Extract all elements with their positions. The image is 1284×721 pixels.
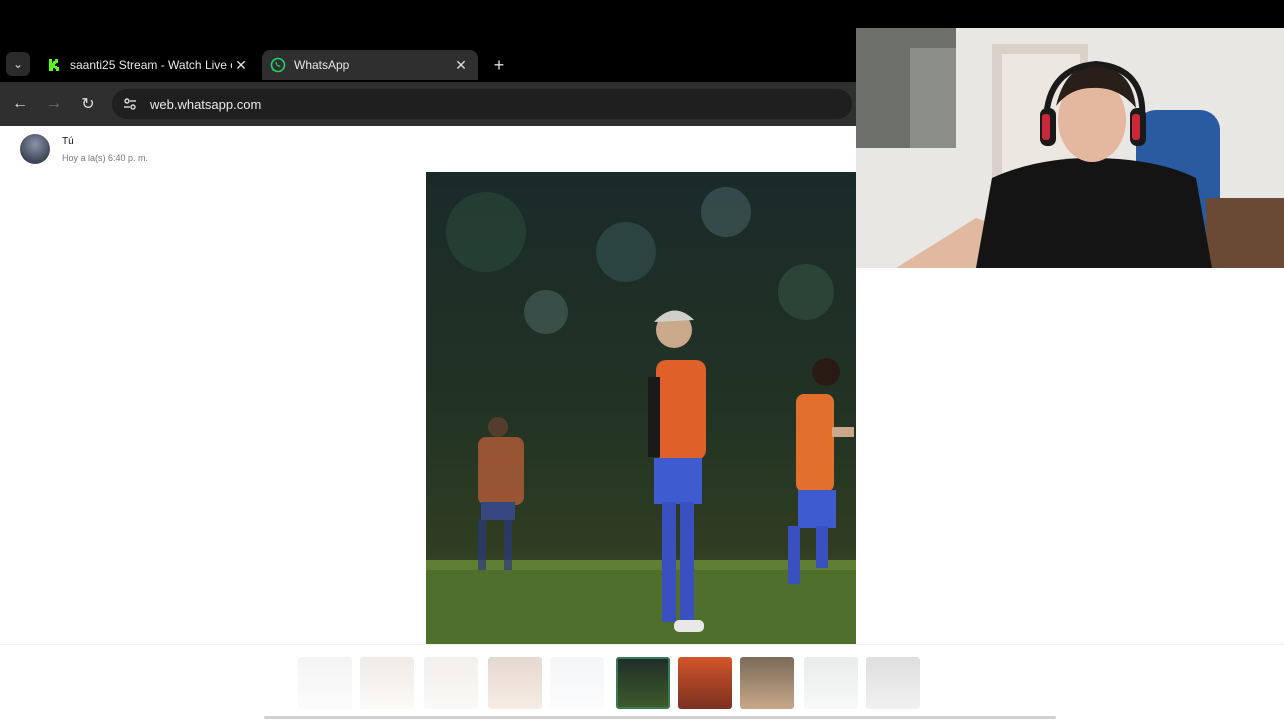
tab-search-button[interactable]: ⌄ (6, 52, 30, 76)
media-thumbnail[interactable] (424, 657, 478, 709)
kick-icon (46, 57, 62, 73)
avatar (20, 134, 50, 164)
media-thumbnail[interactable] (866, 657, 920, 709)
tab-kick-stream[interactable]: saanti25 Stream - Watch Live o ✕ (38, 50, 258, 80)
tab-strip: ⌄ saanti25 Stream - Watch Live o ✕ Whats… (0, 48, 856, 82)
whatsapp-icon (270, 57, 286, 73)
tab-title: saanti25 Stream - Watch Live o (70, 58, 232, 72)
browser-toolbar: ← → ↻ web.whatsapp.com (0, 82, 856, 126)
arrow-right-icon: → (46, 95, 62, 112)
media-thumbnail-strip (0, 644, 1284, 721)
chevron-down-icon: ⌄ (12, 57, 24, 71)
media-thumbnail[interactable] (740, 657, 794, 709)
sender-name: Tú (62, 136, 74, 147)
tab-whatsapp[interactable]: WhatsApp ✕ (262, 50, 478, 80)
forward-button[interactable]: → (42, 92, 66, 116)
close-tab-icon[interactable]: ✕ (232, 56, 250, 74)
url-text: web.whatsapp.com (150, 96, 262, 112)
close-tab-icon[interactable]: ✕ (452, 56, 470, 74)
arrow-left-icon: ← (12, 95, 28, 112)
back-button[interactable]: ← (8, 92, 32, 116)
new-tab-button[interactable]: + (488, 54, 510, 76)
plus-icon: + (493, 54, 505, 75)
media-thumbnail[interactable] (298, 657, 352, 709)
sender-info[interactable]: Tú Hoy a la(s) 6:40 p. m. (20, 134, 148, 164)
media-photo (426, 172, 858, 644)
address-bar[interactable]: web.whatsapp.com (112, 89, 852, 119)
sent-time: Hoy a la(s) 6:40 p. m. (62, 153, 149, 163)
media-thumbnail[interactable] (550, 657, 604, 709)
media-thumbnail[interactable] (678, 657, 732, 709)
whatsapp-media-viewer: Tú Hoy a la(s) 6:40 p. m. (0, 126, 858, 720)
webcam-overlay (856, 28, 1284, 268)
tab-title: WhatsApp (294, 58, 350, 72)
media-thumbnail-active[interactable] (616, 657, 670, 709)
horizontal-scrollbar[interactable] (264, 716, 1056, 719)
reload-icon: ↻ (81, 96, 95, 113)
media-thumbnail[interactable] (804, 657, 858, 709)
media-thumbnail[interactable] (488, 657, 542, 709)
site-settings-icon[interactable] (122, 96, 138, 112)
reload-button[interactable]: ↻ (76, 92, 100, 116)
media-thumbnail[interactable] (360, 657, 414, 709)
